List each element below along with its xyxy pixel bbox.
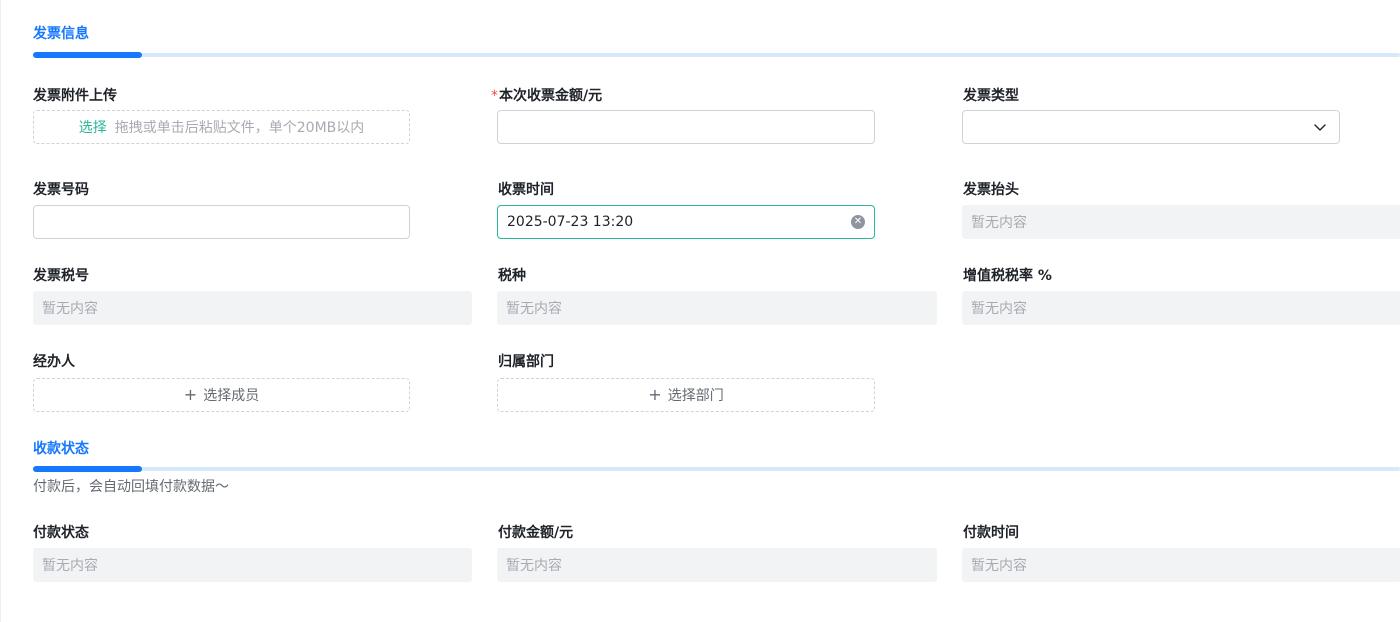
payment-hint: 付款后，会自动回填付款数据～ — [33, 479, 229, 495]
upload-choose-link[interactable]: 选择 — [79, 117, 107, 137]
invoice-section-rule — [33, 52, 1400, 58]
clear-icon[interactable]: ✕ — [851, 215, 865, 229]
invoice-header-label: 发票抬头 — [963, 182, 1019, 198]
payment-time-field: 暂无内容 — [962, 548, 1400, 582]
payment-time-label: 付款时间 — [963, 525, 1019, 541]
vat-rate-label: 增值税税率 % — [963, 268, 1052, 284]
payment-section-title: 收款状态 — [33, 441, 89, 457]
select-department-button[interactable]: + 选择部门 — [497, 378, 875, 412]
attachment-upload-area[interactable]: 选择 拖拽或单击后粘贴文件，单个20MB以内 — [33, 110, 410, 144]
select-member-button[interactable]: + 选择成员 — [33, 378, 410, 412]
receive-time-picker[interactable]: 2025-07-23 13:20 ✕ — [497, 205, 875, 239]
invoice-header-field: 暂无内容 — [962, 205, 1400, 239]
amount-label-text: 本次收票金额/元 — [499, 88, 603, 104]
invoice-number-input[interactable] — [33, 205, 410, 239]
tax-category-field: 暂无内容 — [497, 291, 937, 325]
payment-amount-field: 暂无内容 — [497, 548, 937, 582]
select-department-label: 选择部门 — [667, 388, 724, 404]
required-mark: * — [491, 88, 498, 104]
handler-label: 经办人 — [33, 354, 75, 370]
tax-id-field: 暂无内容 — [33, 291, 472, 325]
section-rule-accent — [33, 466, 142, 472]
attachment-label: 发票附件上传 — [33, 88, 117, 104]
upload-hint: 拖拽或单击后粘贴文件，单个20MB以内 — [114, 120, 365, 136]
department-label: 归属部门 — [498, 354, 554, 370]
payment-status-label: 付款状态 — [33, 525, 89, 541]
invoice-form: 发票信息 发票附件上传 选择 拖拽或单击后粘贴文件，单个20MB以内 *本次收票… — [0, 0, 1400, 622]
invoice-type-select[interactable] — [962, 110, 1340, 144]
amount-input[interactable] — [497, 110, 875, 144]
plus-icon: + — [183, 385, 198, 404]
invoice-number-label: 发票号码 — [33, 182, 89, 198]
invoice-type-label: 发票类型 — [963, 88, 1019, 104]
vat-rate-field: 暂无内容 — [962, 291, 1400, 325]
amount-label: *本次收票金额/元 — [491, 85, 602, 105]
receive-time-label: 收票时间 — [498, 182, 554, 198]
payment-amount-label: 付款金额/元 — [498, 525, 574, 541]
section-rule-accent — [33, 52, 142, 58]
select-member-label: 选择成员 — [203, 388, 260, 404]
payment-section-rule — [33, 466, 1400, 472]
plus-icon: + — [648, 385, 662, 404]
invoice-section-title: 发票信息 — [33, 26, 89, 42]
payment-status-field: 暂无内容 — [33, 548, 472, 582]
receive-time-value: 2025-07-23 13:20 — [507, 214, 634, 230]
tax-category-label: 税种 — [498, 268, 526, 284]
chevron-down-icon — [1313, 120, 1327, 134]
tax-id-label: 发票税号 — [33, 268, 89, 284]
